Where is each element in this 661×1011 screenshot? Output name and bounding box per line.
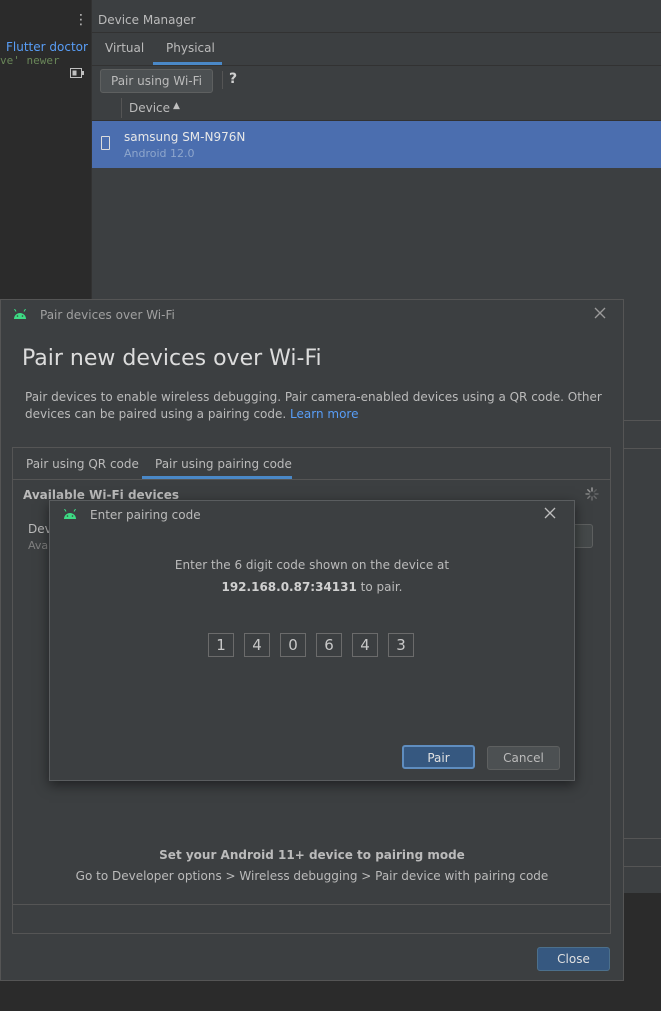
- tab-qr-code[interactable]: Pair using QR code: [26, 457, 139, 471]
- pair-using-wifi-button[interactable]: Pair using Wi-Fi: [100, 69, 213, 93]
- instructions-title: Set your Android 11+ device to pairing m…: [159, 848, 465, 862]
- available-device-status: Avai: [28, 539, 52, 552]
- divider: [624, 448, 661, 449]
- phone-icon: [101, 136, 110, 150]
- toolbar-separator: [222, 71, 223, 89]
- address-line: 192.168.0.87:34131 to pair.: [49, 580, 575, 594]
- divider: [624, 838, 661, 839]
- divider: [624, 420, 661, 421]
- device-os: Android 12.0: [124, 147, 195, 160]
- enter-pairing-code-dialog: [49, 500, 575, 781]
- close-icon[interactable]: [592, 305, 608, 321]
- device-address: 192.168.0.87:34131: [221, 580, 357, 594]
- dialog-description: Pair devices to enable wireless debuggin…: [25, 389, 605, 423]
- instruction-line: Enter the 6 digit code shown on the devi…: [174, 558, 450, 572]
- device-name: samsung SM-N976N: [124, 130, 246, 144]
- selected-tab-indicator: [142, 476, 292, 479]
- code-digit-6[interactable]: 3: [388, 633, 414, 657]
- tabs-divider: [13, 479, 610, 480]
- android-icon: [64, 509, 76, 519]
- divider: [13, 904, 610, 905]
- close-button[interactable]: Close: [537, 947, 610, 971]
- dialog-window-title: Enter pairing code: [90, 508, 201, 522]
- help-button[interactable]: ?: [229, 71, 237, 87]
- background-panel-strip: [624, 168, 661, 1011]
- address-suffix: to pair.: [356, 580, 403, 594]
- tab-pairing-code[interactable]: Pair using pairing code: [155, 457, 292, 471]
- close-icon[interactable]: [542, 505, 558, 521]
- device-manager-title: Device Manager: [98, 13, 196, 27]
- flutter-doctor-link[interactable]: Flutter doctor: [6, 40, 88, 54]
- battery-icon: [70, 68, 84, 78]
- selected-tab-indicator: [153, 62, 222, 65]
- sort-ascending-icon[interactable]: ▲: [173, 101, 180, 111]
- pair-button[interactable]: Pair: [402, 745, 475, 769]
- dialog-window-title: Pair devices over Wi-Fi: [40, 308, 175, 322]
- android-icon: [14, 309, 26, 319]
- device-row[interactable]: [92, 121, 661, 168]
- code-fragment: ve' newer: [0, 54, 60, 67]
- code-digit-3[interactable]: 0: [280, 633, 306, 657]
- column-header-device[interactable]: Device: [129, 101, 170, 115]
- cancel-button[interactable]: Cancel: [487, 746, 560, 770]
- divider: [624, 866, 661, 867]
- tab-physical[interactable]: Physical: [166, 41, 215, 55]
- code-digit-2[interactable]: 4: [244, 633, 270, 657]
- code-digit-4[interactable]: 6: [316, 633, 342, 657]
- code-digit-1[interactable]: 1: [208, 633, 234, 657]
- learn-more-link[interactable]: Learn more: [290, 407, 358, 421]
- code-digit-5[interactable]: 4: [352, 633, 378, 657]
- background-panel-bottom: [624, 893, 661, 1011]
- available-device-action[interactable]: [572, 524, 593, 548]
- column-separator: [121, 98, 122, 118]
- more-options-icon[interactable]: ⋮: [74, 12, 88, 28]
- instructions-path: Go to Developer options > Wireless debug…: [75, 869, 549, 883]
- tab-virtual[interactable]: Virtual: [105, 41, 144, 55]
- dialog-heading: Pair new devices over Wi-Fi: [22, 346, 322, 371]
- loading-spinner-icon: [585, 487, 599, 501]
